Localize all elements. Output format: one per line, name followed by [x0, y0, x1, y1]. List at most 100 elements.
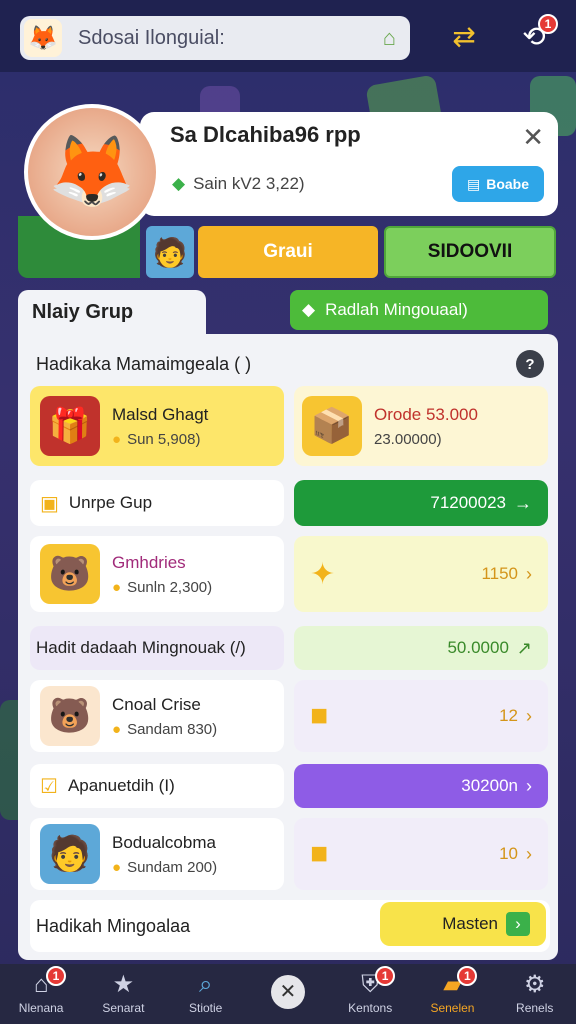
list-item-value: 71200023	[430, 493, 506, 512]
list-item-value: 1150	[481, 564, 518, 583]
nav-badge: 1	[46, 966, 66, 986]
nav-label: Nlenana	[18, 1001, 64, 1015]
list-item[interactable]: ☑ Apanuetdih (I)	[30, 764, 284, 808]
bottom-nav: ⌂ Nlenana 1 ★ Senarat ⌕ Stiotie ✕ ⛨ Kent…	[0, 964, 576, 1024]
mini-avatar[interactable]: 🧑	[146, 226, 194, 278]
nav-item-home[interactable]: ⌂ Nlenana 1	[0, 964, 82, 1024]
diamond-icon: ◆	[172, 174, 186, 193]
list-item-value-button[interactable]: ✦ 1150 ›	[294, 536, 548, 612]
chevron-right-icon: ›	[526, 705, 532, 726]
list-item-title: Unrpe Gup	[68, 493, 153, 512]
list-item-title: Hadit dadaah Mingnouak (/)	[36, 638, 246, 657]
chevron-right-icon: ›	[526, 563, 532, 584]
profile-card: Sa Dlcahiba96 rpp ◆ Sain kV2 3,22) ✕ ▤ B…	[140, 112, 558, 216]
search-text: Sdosai Ilonguial:	[78, 26, 225, 49]
featured-right-sub: 23.00000)	[374, 430, 442, 448]
list-item-sub: Sundam 200)	[127, 858, 218, 876]
profile-action-button[interactable]: ▤ Boabe	[452, 166, 544, 202]
footer-button-label: Masten	[442, 914, 498, 933]
person-icon: 🧑	[40, 824, 100, 884]
nav-item-star[interactable]: ★ Senarat	[82, 964, 164, 1024]
featured-left-card[interactable]: 🎁 Malsd Ghagt ● Sun 5,908)	[30, 386, 284, 466]
list-item[interactable]: 🐻 Gmhdries ● Sunln 2,300)	[30, 536, 284, 612]
coin-icon: ●	[112, 720, 122, 738]
list-item-value-button[interactable]: 71200023 →	[294, 480, 548, 526]
gear-icon: ⚙	[523, 971, 546, 998]
help-icon[interactable]: ?	[516, 350, 544, 378]
chevron-right-icon: ›	[526, 843, 532, 864]
star-icon: ★	[112, 971, 135, 998]
featured-right-title: Orode 53.000	[374, 404, 478, 424]
list-item-value: 30200n	[461, 776, 518, 795]
bear-icon: 🐻	[40, 686, 100, 746]
ticket-icon: ▤	[466, 175, 481, 192]
list-item-value: 12	[499, 706, 518, 725]
transfer-icon[interactable]: ⇄	[446, 18, 482, 54]
nav-item-folder[interactable]: ▰ Senelen 1	[411, 964, 493, 1024]
nav-label: Senarat	[102, 1001, 145, 1015]
list-item[interactable]: Hadit dadaah Mingnouak (/)	[30, 626, 284, 670]
list-item-value-button[interactable]: ■ 12 ›	[294, 680, 548, 752]
close-icon[interactable]: ✕	[522, 122, 544, 153]
home-outline-icon[interactable]: ⌂	[383, 25, 396, 51]
profile-name: Sa Dlcahiba96 rpp	[170, 122, 361, 147]
profile-avatar[interactable]: 🦊	[24, 104, 160, 240]
list-item-title: Cnoal Crise	[112, 694, 201, 714]
list-item-value-button[interactable]: ■ 10 ›	[294, 818, 548, 890]
nav-item-close[interactable]: ✕	[247, 964, 329, 1024]
game-box-icon: 🎁	[40, 396, 100, 456]
gem-icon: ◆	[302, 300, 316, 319]
list-item-sub: Sandam 830)	[127, 720, 218, 738]
check-icon: ☑	[40, 775, 58, 798]
list-item-value-button[interactable]: 50.0000 ↗	[294, 626, 548, 670]
coin-icon: ●	[112, 578, 122, 596]
search-icon: ⌕	[198, 971, 213, 998]
arrow-right-icon: →	[514, 492, 532, 513]
tab-radlah-label: Radlah Mingouaal)	[325, 300, 468, 319]
search-bar[interactable]: 🦊 Sdosai Ilonguial: ⌂	[20, 16, 410, 60]
gift-icon: ■	[310, 837, 329, 870]
nav-label: Kentons	[348, 1001, 393, 1015]
coin-icon: ●	[112, 430, 122, 448]
nav-label: Senelen	[430, 1001, 475, 1015]
nav-item-settings[interactable]: ⚙ Renels	[494, 964, 576, 1024]
profile-status-text: Sain kV2 3,22)	[193, 174, 305, 193]
footer-title: Hadikah Mingoalaa	[36, 915, 191, 936]
list-item[interactable]: ▣ Unrpe Gup	[30, 480, 284, 526]
main-panel: Hadikaka Mamaimgeala ( ) ? 🎁 Malsd Ghagt…	[18, 334, 558, 960]
list-item-value: 50.0000	[447, 638, 509, 657]
featured-left-sub: Sun 5,908)	[127, 430, 201, 448]
coin-icon: ●	[112, 858, 122, 876]
yellow-action-button[interactable]: Graui	[198, 226, 378, 278]
nav-label: Stiotie	[188, 1001, 223, 1015]
nav-badge: 1	[457, 966, 478, 986]
profile-action-label: Boabe	[486, 176, 530, 192]
list-item[interactable]: 🧑 Bodualcobma ● Sundam 200)	[30, 818, 284, 890]
arrow-icon: ↗	[516, 637, 532, 658]
list-item-value: 10	[499, 844, 518, 863]
footer-button[interactable]: Masten ›	[380, 902, 546, 946]
user-avatar-icon: 🦊	[24, 19, 62, 57]
green-action-button[interactable]: SIDOOVII	[384, 226, 556, 278]
list-item-title: Gmhdries	[112, 552, 186, 572]
featured-left-title: Malsd Ghagt	[112, 404, 209, 424]
list-item-title: Apanuetdih (I)	[67, 776, 175, 795]
tab-radlah[interactable]: ◆ Radlah Mingouaal)	[290, 290, 548, 330]
notification-badge: 1	[538, 14, 558, 34]
nav-label: Renels	[516, 1001, 554, 1015]
prize-box-icon: 📦	[302, 396, 362, 456]
gift-icon: ✦	[310, 557, 336, 591]
nav-item-shield[interactable]: ⛨ Kentons 1	[329, 964, 411, 1024]
featured-right-card[interactable]: 📦 Orode 53.000 23.00000)	[294, 386, 548, 466]
top-bar: 🦊 Sdosai Ilonguial: ⌂ ⇄ ⟲ 1	[0, 0, 576, 72]
gift-icon: ■	[310, 699, 329, 732]
list-item-value-button[interactable]: 30200n ›	[294, 764, 548, 808]
section-title: Hadikaka Mamaimgeala ( )	[36, 354, 252, 374]
bear-icon: 🐻	[40, 544, 100, 604]
nav-item-search[interactable]: ⌕ Stiotie	[165, 964, 247, 1024]
list-item[interactable]: 🐻 Cnoal Crise ● Sandam 830)	[30, 680, 284, 752]
chevron-right-icon: ›	[526, 775, 532, 796]
list-item-sub: Sunln 2,300)	[127, 578, 213, 596]
profile-status: ◆ Sain kV2 3,22)	[172, 174, 305, 194]
tab-main[interactable]: Nlaiy Grup	[18, 290, 206, 334]
